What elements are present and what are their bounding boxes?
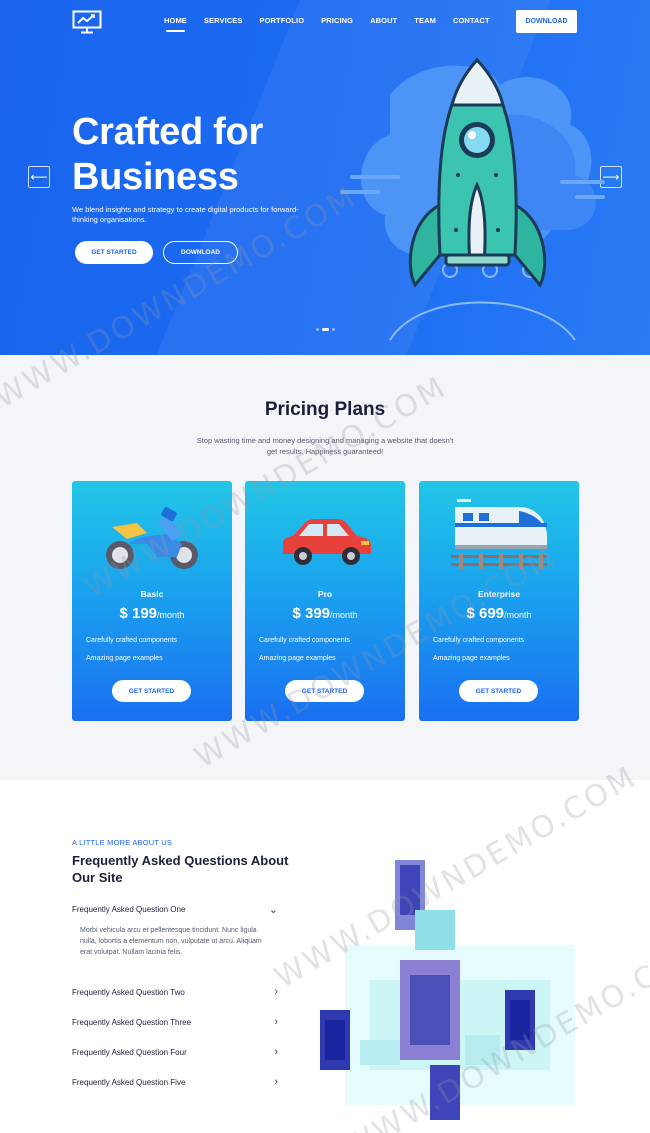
car-icon [283, 519, 371, 565]
nav-portfolio[interactable]: PORTFOLIO [260, 16, 305, 25]
chevron-right-icon[interactable]: › [274, 1016, 278, 1028]
train-icon [451, 499, 547, 569]
faq-question-text: Frequently Asked Question One [72, 904, 186, 914]
plan-feature: Amazing page examples [433, 655, 510, 662]
faq-question-text: Frequently Asked Question Three [72, 1017, 192, 1027]
faq-question-text: Frequently Asked Question Five [72, 1077, 186, 1087]
hero-get-started-button[interactable]: GET STARTED [75, 241, 153, 264]
hero-title: Crafted for Business [72, 110, 332, 200]
pricing-card-basic: Basic $ 199/month Carefully crafted comp… [72, 481, 232, 721]
motorcycle-icon [106, 506, 198, 569]
plan-get-started-button[interactable]: GET STARTED [112, 680, 191, 702]
plan-get-started-button[interactable]: GET STARTED [459, 680, 538, 702]
slider-dots [316, 328, 335, 331]
arrow-left-icon[interactable]: ⟵ [28, 166, 50, 188]
faq-section: A LITTLE MORE ABOUT US Frequently Asked … [0, 780, 650, 1133]
chevron-right-icon[interactable]: › [274, 1076, 278, 1088]
pixelated-illustration-icon [320, 860, 575, 1120]
faq-title: Frequently Asked Questions About Our Sit… [72, 853, 289, 885]
plan-feature: Carefully crafted components [259, 637, 351, 644]
plan-get-started-button[interactable]: GET STARTED [285, 680, 364, 702]
plan-price-amount: $ 199 [119, 605, 158, 622]
logo-monitor-icon[interactable] [72, 10, 102, 34]
plan-price: $ 399/month [245, 605, 405, 623]
slider-dot-active[interactable] [322, 328, 329, 331]
nav-team[interactable]: TEAM [414, 16, 436, 25]
plan-price: $ 699/month [419, 605, 579, 623]
nav-pricing[interactable]: PRICING [321, 16, 353, 25]
faq-question-one[interactable]: Frequently Asked Question One ⌄ [72, 902, 278, 916]
main-nav: HOME SERVICES PORTFOLIO PRICING ABOUT TE… [164, 16, 507, 32]
hero-download-button[interactable]: DOWNLOAD [163, 241, 238, 264]
nav-services[interactable]: SERVICES [204, 16, 243, 25]
plan-feature: Amazing page examples [259, 655, 336, 662]
faq-answer: Morbi vehicula arcu et pellentesque tinc… [80, 927, 262, 956]
plan-price-amount: $ 399 [292, 605, 331, 622]
nav-home[interactable]: HOME [164, 16, 187, 32]
faq-question-two[interactable]: Frequently Asked Question Two › [72, 985, 278, 999]
slider-dot[interactable] [332, 328, 335, 331]
plan-price-period: /month [504, 610, 532, 620]
hero-description: We blend insights and strategy to create… [72, 205, 299, 224]
plan-price-period: /month [330, 610, 358, 620]
pricing-title: Pricing Plans [264, 399, 386, 420]
faq-question-five[interactable]: Frequently Asked Question Five › [72, 1075, 278, 1089]
slider-dot[interactable] [316, 328, 319, 331]
hero-title-line1: Crafted for [72, 111, 263, 153]
chevron-right-icon[interactable]: › [274, 986, 278, 998]
chevron-right-icon[interactable]: › [274, 1046, 278, 1058]
plan-name: Basic [140, 589, 164, 599]
plan-name: Pro [317, 589, 333, 599]
nav-about[interactable]: ABOUT [370, 16, 397, 25]
plan-feature: Carefully crafted components [86, 637, 178, 644]
plan-name: Enterprise [477, 589, 521, 599]
plan-feature: Carefully crafted components [433, 637, 525, 644]
faq-question-text: Frequently Asked Question Two [72, 987, 185, 997]
plan-price-period: /month [157, 610, 185, 620]
pricing-subtitle: Stop wasting time and money designing an… [196, 436, 454, 456]
faq-eyebrow: A LITTLE MORE ABOUT US [72, 838, 173, 847]
rocket-illustration-icon [340, 57, 605, 341]
pricing-card-pro: Pro $ 399/month Carefully crafted compon… [245, 481, 405, 721]
pricing-section: Pricing Plans Stop wasting time and mone… [0, 355, 650, 780]
faq-question-three[interactable]: Frequently Asked Question Three › [72, 1015, 278, 1029]
plan-price-amount: $ 699 [466, 605, 505, 622]
faq-question-text: Frequently Asked Question Four [72, 1047, 187, 1057]
hero-title-line2: Business [72, 156, 239, 198]
pricing-card-enterprise: Enterprise $ 699/month Carefully crafted… [419, 481, 579, 721]
plan-feature: Amazing page examples [86, 655, 163, 662]
faq-question-four[interactable]: Frequently Asked Question Four › [72, 1045, 278, 1059]
chevron-down-icon[interactable]: ⌄ [269, 903, 278, 916]
nav-contact[interactable]: CONTACT [453, 16, 490, 25]
plan-price: $ 199/month [72, 605, 232, 623]
header-download-button[interactable]: DOWNLOAD [516, 10, 577, 33]
hero-section: HOME SERVICES PORTFOLIO PRICING ABOUT TE… [0, 0, 650, 355]
